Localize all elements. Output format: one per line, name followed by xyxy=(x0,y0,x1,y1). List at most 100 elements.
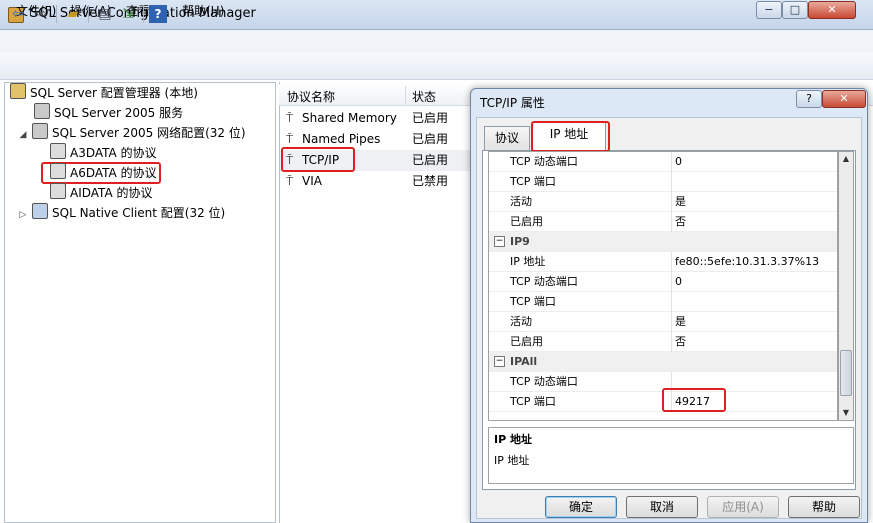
column-header-name[interactable]: 协议名称 xyxy=(287,88,335,105)
scroll-thumb[interactable] xyxy=(840,350,852,396)
tree-a6data-label: A6DATA 的协议 xyxy=(70,166,157,180)
protocol-folder-icon xyxy=(50,183,66,199)
property-name: 活动 xyxy=(510,315,532,328)
property-value[interactable]: 否 xyxy=(675,332,686,352)
property-value[interactable]: 0 xyxy=(675,152,682,172)
property-name: 活动 xyxy=(510,195,532,208)
help-button[interactable]: 帮助 xyxy=(788,496,860,518)
column-divider xyxy=(671,172,672,192)
network-icon xyxy=(32,123,48,139)
highlight-box-ip-tab xyxy=(531,121,610,152)
property-name: TCP 动态端口 xyxy=(510,155,578,168)
back-icon[interactable]: ⇦ xyxy=(9,5,27,23)
dialog-help-button[interactable]: ? xyxy=(796,90,822,108)
tree-services-label: SQL Server 2005 服务 xyxy=(54,106,184,120)
tree-root[interactable]: SQL Server 配置管理器 (本地) xyxy=(10,83,198,103)
property-row[interactable]: TCP 端口 xyxy=(489,172,837,192)
protocol-icon: ⍑ xyxy=(286,174,294,188)
tree-item-a3data[interactable]: A3DATA 的协议 xyxy=(50,143,157,163)
column-divider xyxy=(671,212,672,232)
protocol-row[interactable]: ⍑ VIA 已禁用 xyxy=(280,171,472,192)
tree-root-label: SQL Server 配置管理器 (本地) xyxy=(30,86,198,100)
property-row[interactable]: 活动 是 xyxy=(489,312,837,332)
dialog-close-button[interactable]: ✕ xyxy=(822,90,866,108)
protocol-row[interactable]: ⍑ Shared Memory 已启用 xyxy=(280,108,472,129)
tree-network-label: SQL Server 2005 网络配置(32 位) xyxy=(52,126,246,140)
collapse-icon[interactable]: ◢ xyxy=(18,125,28,145)
protocol-name: Named Pipes xyxy=(302,132,381,146)
tree-native-client-label: SQL Native Client 配置(32 位) xyxy=(52,206,226,220)
property-row[interactable]: TCP 动态端口 0 xyxy=(489,152,837,172)
property-name: 已启用 xyxy=(510,215,543,228)
property-group-label: IPAll xyxy=(510,355,538,368)
column-divider xyxy=(671,252,672,272)
column-divider xyxy=(671,272,672,292)
properties-icon[interactable]: ▤ xyxy=(96,5,114,23)
toolbar-separator xyxy=(56,5,57,23)
property-row[interactable]: TCP 端口 xyxy=(489,292,837,312)
protocol-icon: ⍑ xyxy=(286,111,294,125)
property-name: TCP 端口 xyxy=(510,175,556,188)
tree-aidata-label: AIDATA 的协议 xyxy=(70,186,153,200)
property-name: TCP 端口 xyxy=(510,295,556,308)
property-name: TCP 动态端口 xyxy=(510,275,578,288)
minimize-button[interactable]: − xyxy=(756,1,782,19)
property-row[interactable]: 活动 是 xyxy=(489,192,837,212)
toolbar xyxy=(0,52,873,80)
collapse-icon[interactable]: − xyxy=(494,356,505,367)
scroll-up-icon[interactable]: ▲ xyxy=(838,151,854,167)
help-icon[interactable]: ? xyxy=(149,5,167,23)
up-folder-icon[interactable]: ▰ xyxy=(64,5,82,23)
property-value[interactable]: 是 xyxy=(675,192,686,212)
toolbar-separator xyxy=(143,5,144,23)
tree-item-a6data[interactable]: A6DATA 的协议 xyxy=(50,163,157,183)
property-row[interactable]: 已启用 否 xyxy=(489,212,837,232)
config-manager-icon xyxy=(10,83,26,99)
native-client-icon xyxy=(32,203,48,219)
protocol-status: 已禁用 xyxy=(412,174,449,188)
property-value[interactable]: 0 xyxy=(675,272,682,292)
property-row[interactable]: IP 地址 fe80::5efe:10.31.3.37%13 xyxy=(489,252,837,272)
property-value[interactable]: 否 xyxy=(675,212,686,232)
menu-help[interactable]: 帮助(H) xyxy=(182,3,224,19)
maximize-button[interactable]: □ xyxy=(782,1,808,19)
tab-protocol[interactable]: 协议 xyxy=(484,126,530,150)
expand-icon[interactable]: ▷ xyxy=(18,205,28,225)
protocol-folder-icon xyxy=(50,143,66,159)
description-text: IP 地址 xyxy=(494,454,530,467)
collapse-icon[interactable]: − xyxy=(494,236,505,247)
property-name: IP 地址 xyxy=(510,255,546,268)
column-divider xyxy=(671,332,672,352)
tree-item-native-client[interactable]: ▷ SQL Native Client 配置(32 位) xyxy=(18,203,225,223)
property-value[interactable]: fe80::5efe:10.31.3.37%13 xyxy=(675,252,819,272)
protocol-name: VIA xyxy=(302,174,322,188)
property-name: 已启用 xyxy=(510,335,543,348)
column-divider xyxy=(671,312,672,332)
apply-button[interactable]: 应用(A) xyxy=(707,496,779,518)
forward-icon[interactable]: ⇨ xyxy=(32,5,50,23)
tree-a3data-label: A3DATA 的协议 xyxy=(70,146,157,160)
scroll-down-icon[interactable]: ▼ xyxy=(838,405,854,421)
property-name: TCP 动态端口 xyxy=(510,375,578,388)
tree-item-network[interactable]: ◢ SQL Server 2005 网络配置(32 位) xyxy=(18,123,246,143)
cancel-button[interactable]: 取消 xyxy=(626,496,698,518)
property-group[interactable]: − IPAll xyxy=(489,352,837,372)
tree-item-services[interactable]: SQL Server 2005 服务 xyxy=(34,103,183,123)
server-icon xyxy=(34,103,50,119)
column-header-status[interactable]: 状态 xyxy=(412,88,436,105)
property-value[interactable]: 是 xyxy=(675,312,686,332)
property-row[interactable]: 已启用 否 xyxy=(489,332,837,352)
close-button[interactable]: ✕ xyxy=(808,1,856,19)
property-grid: TCP 动态端口 0 TCP 端口 活动是已启用否 − IP9 IP 地址 fe80::5ef… xyxy=(488,151,838,421)
protocol-name: Shared Memory xyxy=(302,111,397,125)
dialog-title: TCP/IP 属性 xyxy=(480,96,545,110)
export-icon[interactable]: ⇲ xyxy=(119,5,137,23)
property-row[interactable]: TCP 动态端口 0 xyxy=(489,272,837,292)
property-group[interactable]: − IP9 xyxy=(489,232,837,252)
ok-button[interactable]: 确定 xyxy=(545,496,617,518)
description-title: IP 地址 xyxy=(494,433,532,446)
property-name: TCP 端口 xyxy=(510,395,556,408)
menu-bar xyxy=(0,30,873,52)
column-divider xyxy=(671,152,672,172)
tree-item-aidata[interactable]: AIDATA 的协议 xyxy=(50,183,152,203)
